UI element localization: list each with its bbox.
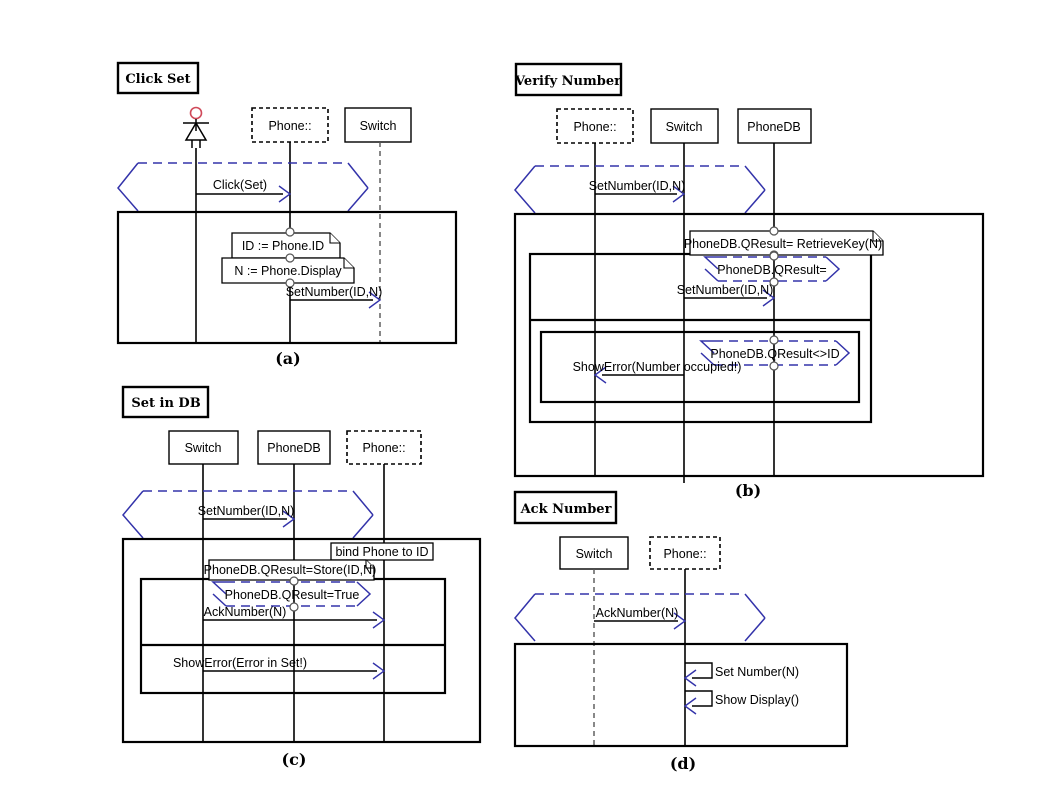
panel-b-lifeline-label-phonedb: PhoneDB <box>747 120 801 134</box>
panel-d-title: Ack Number <box>520 502 612 517</box>
panel-d-message-acknumber: AckNumber(N) <box>594 606 687 630</box>
panel-c: Set in DB Switch PhoneDB Phone:: SetNumb… <box>121 385 482 769</box>
panel-a-note-1: N := Phone.Display <box>221 253 355 288</box>
panel-c-message-showerror: ShowError(Error in Set!) <box>173 656 386 680</box>
panel-b-guard-label-1: PhoneDB.QResult<>ID <box>710 347 839 361</box>
panel-c-message-label-1: AckNumber(N) <box>204 605 287 619</box>
panel-c-lifeline-label-switch: Switch <box>185 441 222 455</box>
panel-d-lifeline-switch[interactable]: Switch <box>559 536 629 570</box>
panel-c-caption: (c) <box>282 750 307 769</box>
panel-c-note-label-1: bind Phone to ID <box>335 545 428 559</box>
panel-b-message-label-2: ShowError(Number occupied!) <box>573 360 742 374</box>
panel-b-guard-0: PhoneDB.QResult= <box>703 251 841 287</box>
panel-b-lifeline-phonedb[interactable]: PhoneDB <box>737 108 812 144</box>
panel-b-message-label-1: SetNumber(ID,N) <box>677 283 774 297</box>
panel-b-lifeline-label-switch: Switch <box>666 120 703 134</box>
panel-d: Ack Number Switch Phone:: AckNumber(N) S… <box>513 490 849 773</box>
panel-c-lifeline-label-phonedb: PhoneDB <box>267 441 321 455</box>
panel-a-actor <box>183 106 209 148</box>
panel-c-title-box: Set in DB <box>121 385 210 419</box>
panel-a-note-0: ID := Phone.ID <box>231 227 341 259</box>
panel-d-title-box: Ack Number <box>513 490 618 525</box>
panel-a-lifeline-label-switch: Switch <box>360 119 397 133</box>
panel-b-title: Verify Number <box>514 74 621 89</box>
panel-d-selfcall-1: Show Display() <box>683 690 799 715</box>
panel-a-note-label-1: N := Phone.Display <box>234 264 342 278</box>
panel-c-note-label-0: PhoneDB.QResult=Store(ID,N) <box>204 563 377 577</box>
panel-a-title: Click Set <box>125 72 190 87</box>
panel-a-message-label-1: SetNumber(ID,N) <box>286 285 383 299</box>
panel-a: Click Set Phone:: Switch Click(Set) ID:… <box>116 61 458 368</box>
panel-d-message-label-2: Show Display() <box>715 693 799 707</box>
panel-d-caption: (d) <box>670 754 696 773</box>
panel-b-message-label-0: SetNumber(ID,N) <box>589 179 686 193</box>
panel-d-message-label-1: Set Number(N) <box>715 665 799 679</box>
panel-c-lifeline-label-phone: Phone:: <box>362 441 405 455</box>
panel-d-lifeline-phone[interactable]: Phone:: <box>649 536 721 570</box>
panel-a-lifeline-phone[interactable]: Phone:: <box>251 107 329 143</box>
panel-c-message-setnumber: SetNumber(ID,N) <box>198 504 296 528</box>
panel-b-message-setnumber-1: SetNumber(ID,N) <box>677 283 776 307</box>
uml-sequence-diagram-figure: Click Set Phone:: Switch Click(Set) ID:… <box>116 61 985 773</box>
panel-b-guard-label-0: PhoneDB.QResult= <box>717 263 826 277</box>
panel-d-selfcall-0: Set Number(N) <box>683 662 799 687</box>
panel-a-caption: (a) <box>275 349 301 368</box>
panel-b-frame-middle <box>528 252 873 424</box>
panel-b-note-label-0: PhoneDB.QResult= RetrieveKey(N) <box>684 237 882 251</box>
panel-a-message-click-set: Click(Set) <box>196 178 292 203</box>
panel-d-message-label-0: AckNumber(N) <box>596 606 679 620</box>
panel-c-lifeline-switch[interactable]: Switch <box>168 430 239 465</box>
panel-a-note-label-0: ID := Phone.ID <box>242 239 324 253</box>
panel-a-lifeline-label-phone: Phone:: <box>268 119 311 133</box>
panel-a-message-label-0: Click(Set) <box>213 178 267 192</box>
panel-a-lifeline-switch[interactable]: Switch <box>344 107 412 143</box>
panel-a-title-box: Click Set <box>116 61 200 95</box>
panel-c-message-label-0: SetNumber(ID,N) <box>198 504 295 518</box>
panel-a-message-setnumber: SetNumber(ID,N) <box>286 285 383 309</box>
panel-b: Verify Number Phone:: Switch PhoneDB Set… <box>513 62 985 500</box>
panel-d-lifeline-label-switch: Switch <box>576 547 613 561</box>
panel-b-note-0: PhoneDB.QResult= RetrieveKey(N) <box>684 226 884 260</box>
panel-b-caption: (b) <box>735 481 761 500</box>
panel-c-lifeline-phonedb[interactable]: PhoneDB <box>257 430 331 465</box>
panel-c-guard-label-0: PhoneDB.QResult=True <box>225 588 360 602</box>
panel-c-message-label-2: ShowError(Error in Set!) <box>173 656 307 670</box>
panel-d-lifeline-label-phone: Phone:: <box>663 547 706 561</box>
panel-b-lifeline-phone[interactable]: Phone:: <box>556 108 634 144</box>
panel-b-lifeline-switch[interactable]: Switch <box>650 108 719 144</box>
panel-b-message-setnumber-0: SetNumber(ID,N) <box>589 179 686 203</box>
panel-c-note-1: bind Phone to ID <box>330 542 434 561</box>
panel-c-lifeline-phone[interactable]: Phone:: <box>346 430 422 465</box>
panel-b-lifeline-label-phone: Phone:: <box>573 120 616 134</box>
panel-b-message-showerror: ShowError(Number occupied!) <box>573 360 742 384</box>
panel-b-title-box: Verify Number <box>514 62 623 97</box>
panel-c-note-0: PhoneDB.QResult=Store(ID,N) <box>204 559 377 581</box>
panel-c-title: Set in DB <box>131 396 200 411</box>
